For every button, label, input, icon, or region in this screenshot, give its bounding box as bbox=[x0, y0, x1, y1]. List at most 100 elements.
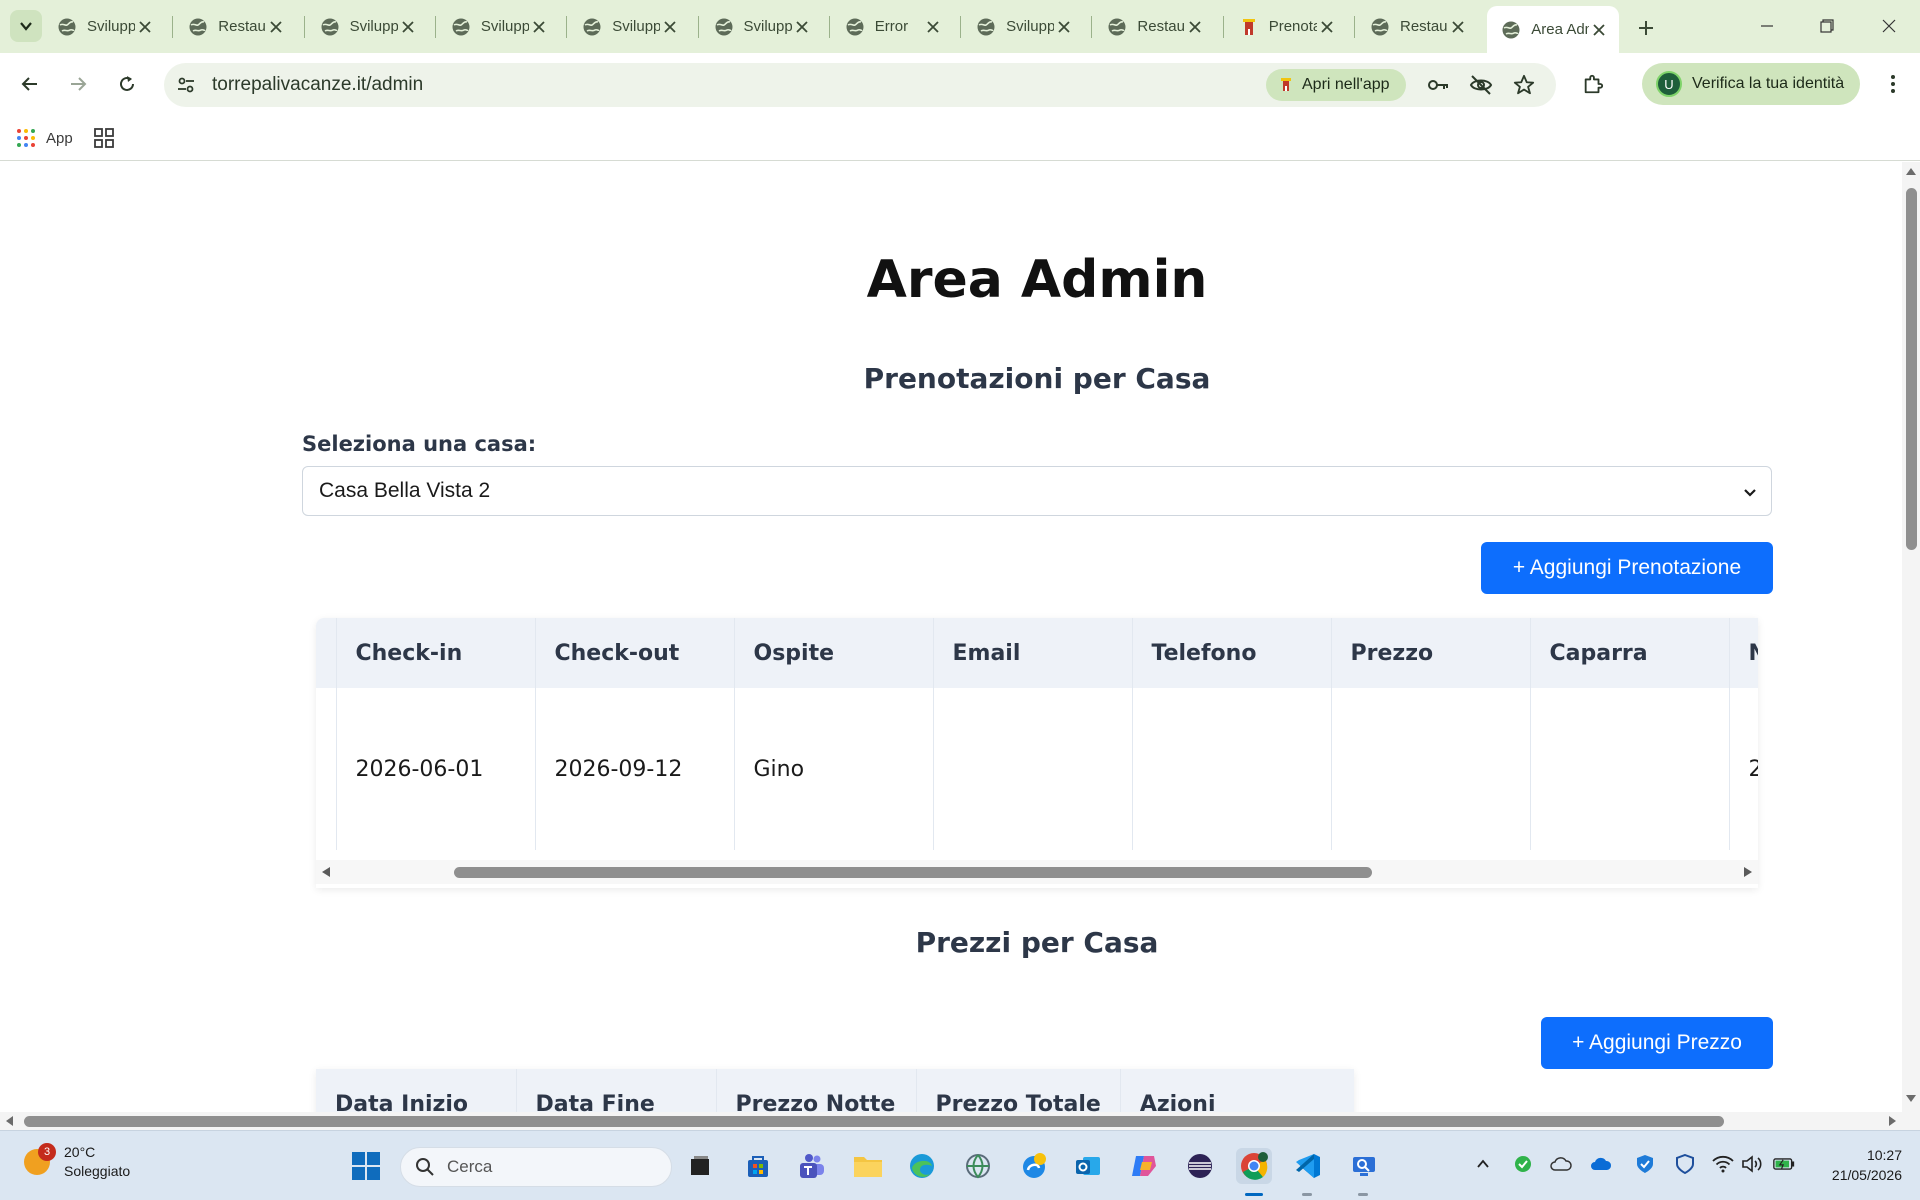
tray-check-status[interactable] bbox=[1512, 1153, 1534, 1175]
horizontal-scrollbar-thumb[interactable] bbox=[24, 1116, 1724, 1127]
password-key-button[interactable] bbox=[1424, 71, 1452, 99]
taskbar-clock[interactable]: 10:27 21/05/2026 bbox=[1812, 1145, 1902, 1185]
scrollbar-thumb[interactable] bbox=[454, 867, 1372, 878]
verify-identity-button[interactable]: U Verifica la tua identità bbox=[1642, 63, 1860, 105]
new-tab-button[interactable] bbox=[1630, 12, 1662, 44]
page-scroll-right-arrow-icon[interactable] bbox=[1889, 1116, 1896, 1126]
table-row[interactable]: 2026-06-01 2026-09-12 Gino 2 bbox=[316, 688, 1758, 850]
tab-close-button[interactable] bbox=[660, 17, 680, 37]
tab-close-button[interactable] bbox=[1589, 20, 1609, 40]
browser-tab[interactable]: Error bbox=[831, 6, 953, 47]
close-window-button[interactable] bbox=[1866, 8, 1912, 44]
column-header[interactable]: N bbox=[1729, 618, 1758, 688]
bookmark-star-button[interactable] bbox=[1510, 71, 1538, 99]
remote-desktop-app[interactable] bbox=[1346, 1148, 1382, 1184]
address-bar[interactable]: torrepalivacanze.it/admin Apri nell'app bbox=[164, 63, 1556, 107]
browser-tab[interactable]: Restaurant bbox=[174, 6, 296, 47]
tab-close-button[interactable] bbox=[529, 17, 549, 37]
site-info-button[interactable] bbox=[174, 73, 198, 97]
tab-close-button[interactable] bbox=[266, 17, 286, 37]
browser-tab[interactable]: Sviluppo bbox=[700, 6, 822, 47]
globe-icon bbox=[583, 18, 601, 35]
forward-button[interactable] bbox=[61, 67, 95, 101]
scroll-left-arrow-icon[interactable] bbox=[322, 867, 330, 877]
chrome-app[interactable] bbox=[1236, 1148, 1272, 1184]
apps-bookmark[interactable]: App bbox=[16, 123, 73, 153]
tab-close-button[interactable] bbox=[923, 17, 943, 37]
close-icon bbox=[270, 20, 282, 33]
page-scroll-left-arrow-icon[interactable] bbox=[6, 1116, 13, 1126]
add-booking-button[interactable]: + Aggiungi Prenotazione bbox=[1481, 542, 1773, 594]
start-button[interactable] bbox=[348, 1148, 384, 1184]
column-header[interactable]: Email bbox=[933, 618, 1133, 688]
page-horizontal-scrollbar[interactable] bbox=[0, 1112, 1902, 1130]
tray-defender[interactable] bbox=[1674, 1153, 1696, 1175]
vertical-scrollbar-thumb[interactable] bbox=[1906, 188, 1917, 550]
browser-menu-button[interactable] bbox=[1876, 67, 1910, 101]
tray-security[interactable] bbox=[1634, 1153, 1656, 1175]
tab-active[interactable]: Area Admin bbox=[1487, 6, 1620, 53]
task-view-button[interactable] bbox=[682, 1148, 718, 1184]
tray-overflow-button[interactable] bbox=[1472, 1153, 1494, 1175]
browser-tab[interactable]: Restaurant bbox=[1093, 6, 1215, 47]
tab-close-button[interactable] bbox=[135, 17, 155, 37]
teams-app[interactable] bbox=[794, 1148, 830, 1184]
tray-cloud[interactable] bbox=[1550, 1153, 1572, 1175]
tab-search-button[interactable] bbox=[10, 10, 42, 42]
close-icon bbox=[664, 20, 676, 33]
leading-cell bbox=[316, 688, 337, 850]
taskbar-search[interactable]: Cerca bbox=[400, 1147, 672, 1187]
restore-button[interactable] bbox=[1804, 8, 1850, 44]
bookings-table-container[interactable]: Check-in Check-out Ospite Email Telefono Prez… bbox=[316, 618, 1758, 888]
browser-tab[interactable]: Sviluppo bbox=[568, 6, 690, 47]
tracking-protection-button[interactable] bbox=[1467, 71, 1495, 99]
back-button[interactable] bbox=[13, 67, 47, 101]
browser-tab[interactable]: Sviluppo bbox=[962, 6, 1084, 47]
column-header[interactable]: Check-out bbox=[535, 618, 735, 688]
copilot-app[interactable] bbox=[1126, 1148, 1162, 1184]
outlook-app[interactable] bbox=[1070, 1148, 1106, 1184]
tray-battery[interactable] bbox=[1773, 1153, 1795, 1175]
scroll-up-arrow-icon[interactable] bbox=[1906, 168, 1916, 175]
eclipse-app[interactable] bbox=[1182, 1148, 1218, 1184]
browser-tab[interactable]: Prenotazioni bbox=[1225, 6, 1347, 47]
weather-widget[interactable]: 3 20°C Soleggiato bbox=[24, 1143, 130, 1181]
column-header[interactable]: Check-in bbox=[336, 618, 536, 688]
column-header[interactable]: Ospite bbox=[734, 618, 934, 688]
tab-close-button[interactable] bbox=[1448, 17, 1468, 37]
edge-app[interactable] bbox=[904, 1148, 940, 1184]
browser-tab[interactable]: Sviluppo bbox=[306, 6, 428, 47]
browser-tab[interactable]: Sviluppo bbox=[437, 6, 559, 47]
column-header[interactable]: Telefono bbox=[1132, 618, 1332, 688]
minimize-button[interactable] bbox=[1744, 8, 1790, 44]
bookings-table-scrollbar[interactable] bbox=[316, 860, 1758, 884]
table-cell bbox=[933, 688, 1133, 850]
tray-wifi[interactable] bbox=[1712, 1153, 1734, 1175]
store-app[interactable] bbox=[740, 1148, 776, 1184]
file-explorer-app[interactable] bbox=[850, 1148, 886, 1184]
browser-tab[interactable]: Restaurant bbox=[1356, 6, 1478, 47]
url-text[interactable]: torrepalivacanze.it/admin bbox=[212, 74, 423, 96]
tab-close-button[interactable] bbox=[1054, 17, 1074, 37]
page-vertical-scrollbar[interactable] bbox=[1902, 162, 1920, 1130]
open-in-app-button[interactable]: Apri nell'app bbox=[1266, 69, 1406, 101]
tray-onedrive[interactable] bbox=[1590, 1153, 1612, 1175]
tab-close-button[interactable] bbox=[398, 17, 418, 37]
tab-close-button[interactable] bbox=[1317, 17, 1337, 37]
edge-dev-app[interactable] bbox=[1016, 1148, 1052, 1184]
tab-close-button[interactable] bbox=[792, 17, 812, 37]
house-select[interactable]: Casa Bella Vista 2 bbox=[302, 466, 1772, 516]
extensions-button[interactable] bbox=[1576, 67, 1610, 101]
tab-groups-button[interactable] bbox=[94, 123, 114, 153]
column-header[interactable]: Prezzo bbox=[1331, 618, 1531, 688]
add-price-button[interactable]: + Aggiungi Prezzo bbox=[1541, 1017, 1773, 1069]
vscode-app[interactable] bbox=[1290, 1148, 1326, 1184]
network-app[interactable] bbox=[960, 1148, 996, 1184]
scroll-down-arrow-icon[interactable] bbox=[1906, 1095, 1916, 1102]
tray-volume[interactable] bbox=[1741, 1153, 1763, 1175]
scroll-right-arrow-icon[interactable] bbox=[1744, 867, 1752, 877]
column-header[interactable]: Caparra bbox=[1530, 618, 1730, 688]
reload-button[interactable] bbox=[110, 67, 144, 101]
tab-close-button[interactable] bbox=[1185, 17, 1205, 37]
browser-tab[interactable]: Sviluppo bbox=[43, 6, 165, 47]
